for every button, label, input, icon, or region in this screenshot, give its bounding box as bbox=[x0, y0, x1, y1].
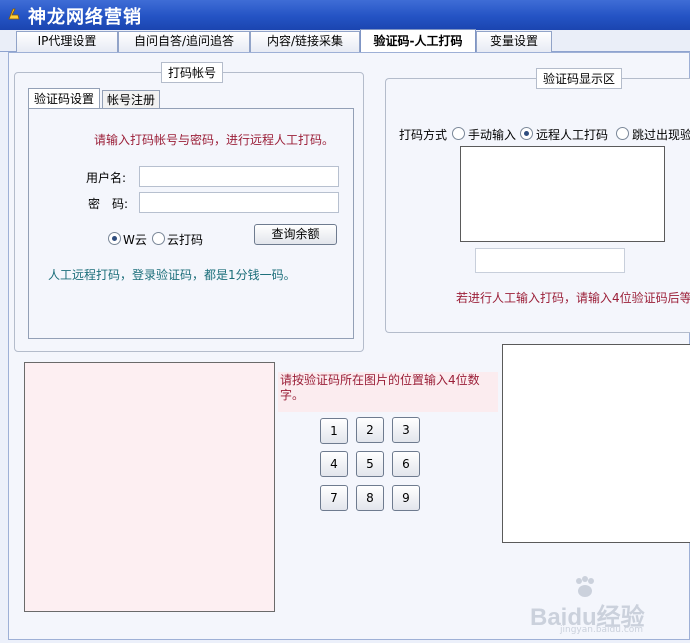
username-input[interactable] bbox=[139, 166, 339, 187]
radio-skip-captcha-label: 跳过出现验 bbox=[632, 128, 690, 142]
radio-remote-manual[interactable] bbox=[520, 127, 533, 140]
mode-label: 打码方式 bbox=[399, 128, 448, 142]
radio-cloud-captcha[interactable] bbox=[152, 232, 165, 245]
radio-w-cloud-label: W云 bbox=[123, 233, 147, 247]
watermark-url: jingyan.baidu.com bbox=[560, 625, 644, 635]
captcha-preview-area bbox=[502, 344, 690, 543]
baidu-watermark: Baidu经验 jingyan.baidu.com bbox=[530, 575, 680, 635]
radio-manual-input[interactable] bbox=[452, 127, 465, 140]
tab-ip-proxy[interactable]: IP代理设置 bbox=[16, 31, 118, 52]
keypad-button-6[interactable]: 6 bbox=[392, 451, 420, 477]
keypad-button-7[interactable]: 7 bbox=[320, 485, 348, 511]
radio-remote-manual-label: 远程人工打码 bbox=[536, 128, 609, 142]
keypad-button-1[interactable]: 1 bbox=[320, 418, 348, 444]
account-instruction: 请输入打码帐号与密码，进行远程人工打码。 bbox=[94, 133, 335, 147]
query-balance-button[interactable]: 查询余额 bbox=[254, 224, 337, 245]
tab-auto-qa[interactable]: 自问自答/追问追答 bbox=[118, 31, 250, 52]
tab-variable-settings[interactable]: 变量设置 bbox=[476, 31, 552, 52]
keypad-button-5[interactable]: 5 bbox=[356, 451, 384, 477]
captcha-picture-area bbox=[24, 362, 275, 612]
keypad-button-8[interactable]: 8 bbox=[356, 485, 384, 511]
main-tab-strip: IP代理设置 自问自答/追问追答 内容/链接采集 验证码-人工打码 变量设置 bbox=[0, 29, 690, 53]
password-input[interactable] bbox=[139, 192, 339, 213]
radio-skip-captcha[interactable] bbox=[616, 127, 629, 140]
keypad-button-2[interactable]: 2 bbox=[356, 417, 384, 443]
manual-input-hint: 若进行人工输入打码，请输入4位验证码后等 bbox=[456, 291, 690, 305]
tab-content-collect[interactable]: 内容/链接采集 bbox=[250, 31, 360, 52]
keypad-button-3[interactable]: 3 bbox=[392, 417, 420, 443]
subtab-account-register[interactable]: 帐号注册 bbox=[102, 90, 160, 110]
subtab-captcha-settings[interactable]: 验证码设置 bbox=[28, 88, 100, 110]
keypad-button-4[interactable]: 4 bbox=[320, 451, 348, 477]
position-instruction: 请按验证码所在图片的位置输入4位数字。 bbox=[278, 372, 498, 412]
tab-captcha-manual[interactable]: 验证码-人工打码 bbox=[360, 29, 476, 53]
password-label: 密 码: bbox=[88, 197, 129, 211]
captcha-image-area bbox=[460, 146, 665, 242]
radio-manual-input-label: 手动输入 bbox=[468, 128, 517, 142]
radio-cloud-captcha-label: 云打码 bbox=[167, 233, 204, 247]
captcha-code-input[interactable] bbox=[475, 248, 625, 273]
radio-w-cloud[interactable] bbox=[108, 232, 121, 245]
keypad-button-9[interactable]: 9 bbox=[392, 485, 420, 511]
captcha-display-caption: 验证码显示区 bbox=[536, 68, 623, 89]
account-group-caption: 打码帐号 bbox=[161, 62, 224, 83]
title-bar: 神龙网络营销 bbox=[0, 0, 690, 30]
window-title: 神龙网络营销 bbox=[28, 7, 142, 28]
username-label: 用户名: bbox=[86, 171, 127, 185]
pricing-note: 人工远程打码，登录验证码，都是1分钱一码。 bbox=[48, 268, 296, 282]
dragon-app-icon bbox=[8, 8, 20, 20]
